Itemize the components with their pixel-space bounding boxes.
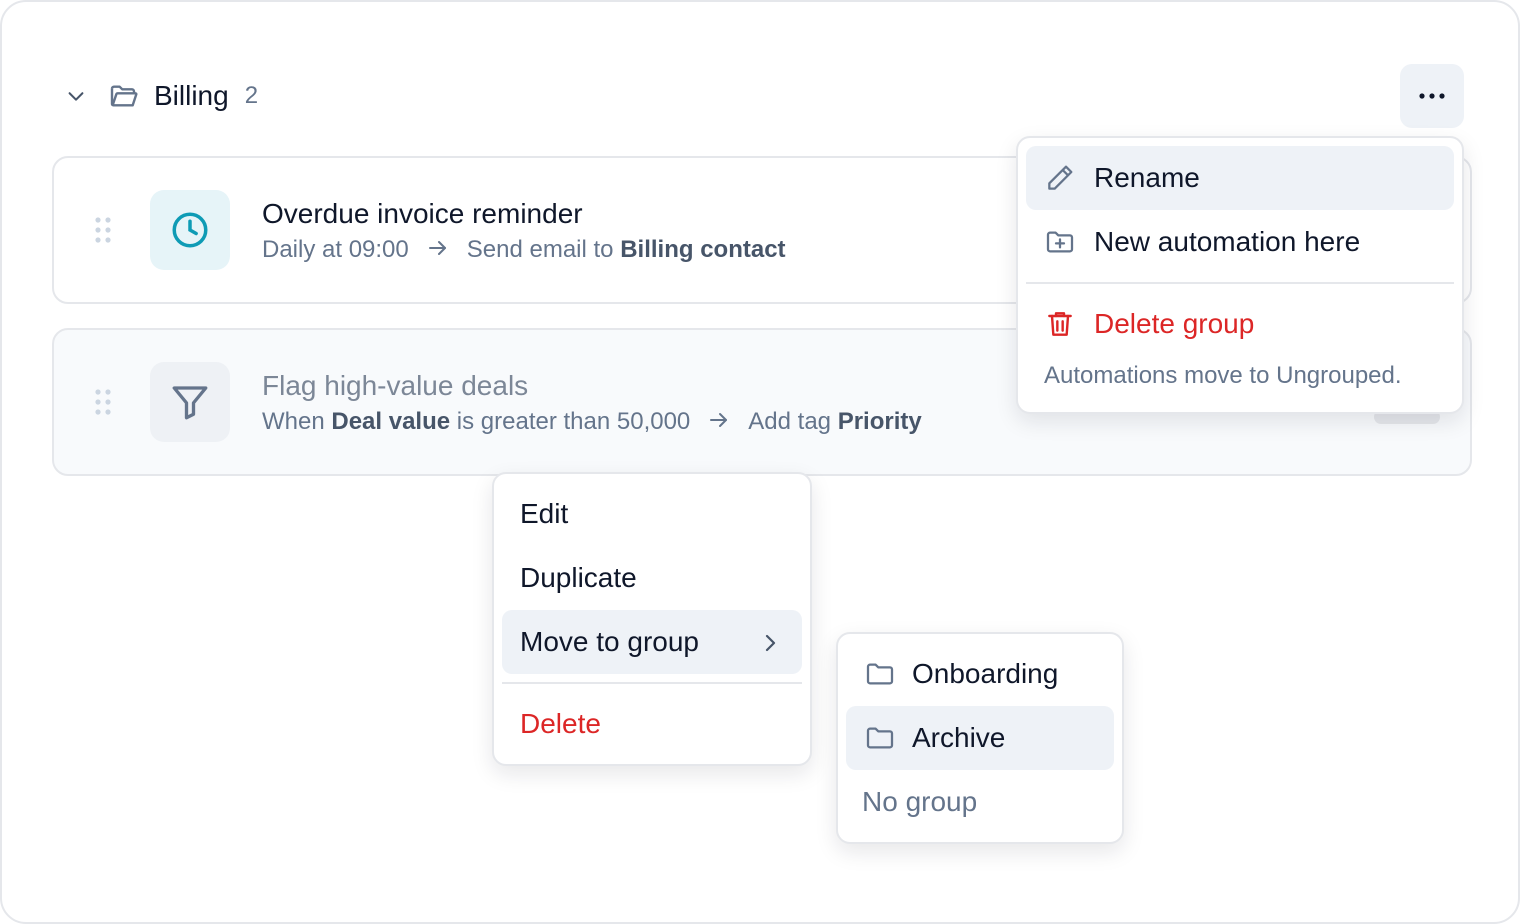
menu-item-delete[interactable]: Delete (502, 692, 802, 756)
group-more-button[interactable] (1400, 64, 1464, 128)
automation-panel: Billing 2 Overdue invoice reminder Daily… (0, 0, 1520, 924)
action-prefix: Add tag (748, 408, 832, 435)
collapse-chevron-icon[interactable] (62, 82, 90, 110)
group-option-archive[interactable]: Archive (846, 706, 1114, 770)
automation-context-menu: Edit Duplicate Move to group Delete (492, 472, 812, 766)
folder-open-icon (108, 80, 140, 112)
menu-item-label: Onboarding (912, 658, 1059, 689)
menu-item-new-automation[interactable]: New automation here (1026, 210, 1454, 274)
automation-summary: When Deal value is greater than 50,000 A… (262, 408, 922, 436)
menu-item-duplicate[interactable]: Duplicate (502, 546, 802, 610)
pencil-icon (1042, 160, 1078, 196)
menu-item-label: Edit (520, 498, 569, 529)
group-count-badge: 2 (244, 82, 259, 109)
move-to-group-submenu: Onboarding Archive No group (836, 632, 1124, 844)
action-prefix: Send email to (466, 236, 614, 263)
drag-handle-icon[interactable] (94, 216, 112, 244)
arrow-right-icon (427, 236, 449, 264)
menu-item-delete-group[interactable]: Delete group (1026, 292, 1454, 356)
menu-item-label: No group (862, 786, 978, 817)
menu-item-rename[interactable]: Rename (1026, 146, 1454, 210)
menu-divider (502, 682, 802, 684)
action-target: Priority (837, 408, 922, 435)
group-option-onboarding[interactable]: Onboarding (846, 642, 1114, 706)
trigger-field: Deal value (331, 408, 451, 435)
filter-icon (150, 362, 230, 442)
menu-item-label: Archive (912, 722, 1006, 753)
drag-handle-icon[interactable] (94, 388, 112, 416)
delete-group-hint: Automations move to Ungrouped. (1044, 362, 1402, 389)
automation-title: Overdue invoice reminder (262, 198, 583, 229)
clock-icon (150, 190, 230, 270)
trigger-prefix: When (262, 408, 325, 435)
menu-item-label: Rename (1094, 162, 1200, 193)
trigger-text: Daily at 09:00 (262, 236, 409, 263)
automation-summary: Daily at 09:00 Send email to Billing con… (262, 236, 786, 264)
menu-item-edit[interactable]: Edit (502, 482, 802, 546)
menu-item-move-to-group[interactable]: Move to group (502, 610, 802, 674)
menu-divider (1026, 282, 1454, 284)
menu-item-label: Move to group (520, 626, 699, 657)
chevron-right-icon (758, 630, 782, 654)
menu-item-label: Delete (520, 708, 601, 739)
menu-item-label: Delete group (1094, 308, 1255, 339)
folder-plus-icon (1042, 224, 1078, 260)
group-header: Billing 2 (62, 72, 258, 120)
trash-icon (1042, 306, 1078, 342)
folder-icon (862, 720, 898, 756)
arrow-right-icon (708, 408, 730, 436)
more-horizontal-icon (1419, 93, 1445, 99)
menu-item-label: New automation here (1094, 226, 1361, 257)
group-option-none[interactable]: No group (846, 770, 1114, 834)
trigger-condition: is greater than 50,000 (456, 408, 691, 435)
group-title: Billing (154, 80, 229, 111)
group-actions-menu: Rename New automation here Delete group … (1016, 136, 1464, 414)
automation-title: Flag high-value deals (262, 370, 529, 401)
folder-icon (862, 656, 898, 692)
action-target: Billing contact (620, 236, 786, 263)
menu-item-label: Duplicate (520, 562, 637, 593)
